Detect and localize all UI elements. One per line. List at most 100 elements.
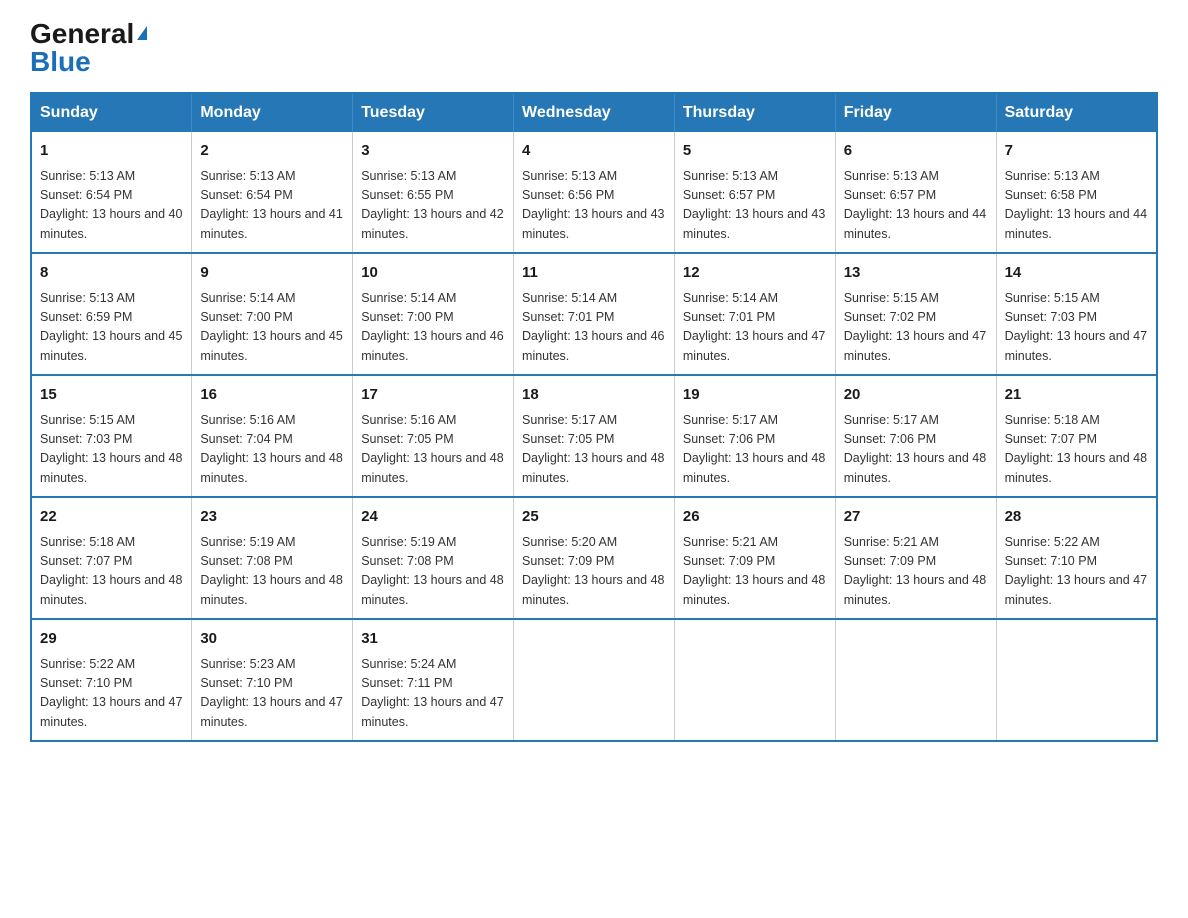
calendar-cell: 13 Sunrise: 5:15 AMSunset: 7:02 PMDayligh… — [835, 253, 996, 375]
day-info: Sunrise: 5:22 AMSunset: 7:10 PMDaylight:… — [40, 655, 183, 733]
day-number: 13 — [844, 262, 988, 285]
day-number: 3 — [361, 140, 505, 163]
day-number: 18 — [522, 384, 666, 407]
calendar-header-row: SundayMondayTuesdayWednesdayThursdayFrid… — [31, 93, 1157, 132]
day-info: Sunrise: 5:17 AMSunset: 7:05 PMDaylight:… — [522, 411, 666, 489]
calendar-cell: 21 Sunrise: 5:18 AMSunset: 7:07 PMDayligh… — [996, 375, 1157, 497]
day-number: 28 — [1005, 506, 1148, 529]
calendar-week-row: 29 Sunrise: 5:22 AMSunset: 7:10 PMDayligh… — [31, 619, 1157, 741]
calendar-week-row: 22Sunrise: 5:18 AMSunset: 7:07 PMDayligh… — [31, 497, 1157, 619]
calendar-cell: 28 Sunrise: 5:22 AMSunset: 7:10 PMDayligh… — [996, 497, 1157, 619]
day-number: 1 — [40, 140, 183, 163]
day-number: 30 — [200, 628, 344, 651]
day-number: 4 — [522, 140, 666, 163]
calendar-cell: 18 Sunrise: 5:17 AMSunset: 7:05 PMDayligh… — [514, 375, 675, 497]
col-header-monday: Monday — [192, 93, 353, 132]
day-info: Sunrise: 5:19 AMSunset: 7:08 PMDaylight:… — [200, 533, 344, 611]
day-info: Sunrise: 5:21 AMSunset: 7:09 PMDaylight:… — [844, 533, 988, 611]
col-header-thursday: Thursday — [674, 93, 835, 132]
calendar-cell: 12 Sunrise: 5:14 AMSunset: 7:01 PMDayligh… — [674, 253, 835, 375]
day-info: Sunrise: 5:17 AMSunset: 7:06 PMDaylight:… — [844, 411, 988, 489]
col-header-wednesday: Wednesday — [514, 93, 675, 132]
day-number: 15 — [40, 384, 183, 407]
day-number: 2 — [200, 140, 344, 163]
logo-triangle-icon — [137, 26, 147, 40]
calendar-table: SundayMondayTuesdayWednesdayThursdayFrid… — [30, 92, 1158, 742]
col-header-sunday: Sunday — [31, 93, 192, 132]
calendar-cell: 4 Sunrise: 5:13 AMSunset: 6:56 PMDaylight… — [514, 132, 675, 253]
day-info: Sunrise: 5:17 AMSunset: 7:06 PMDaylight:… — [683, 411, 827, 489]
logo-general-text: General — [30, 18, 134, 49]
day-info: Sunrise: 5:16 AMSunset: 7:04 PMDaylight:… — [200, 411, 344, 489]
day-info: Sunrise: 5:18 AMSunset: 7:07 PMDaylight:… — [1005, 411, 1148, 489]
calendar-cell — [674, 619, 835, 741]
calendar-cell: 16 Sunrise: 5:16 AMSunset: 7:04 PMDayligh… — [192, 375, 353, 497]
day-info: Sunrise: 5:24 AMSunset: 7:11 PMDaylight:… — [361, 655, 505, 733]
day-number: 29 — [40, 628, 183, 651]
day-number: 22 — [40, 506, 183, 529]
day-number: 20 — [844, 384, 988, 407]
day-info: Sunrise: 5:15 AMSunset: 7:03 PMDaylight:… — [40, 411, 183, 489]
logo: General Blue — [30, 20, 147, 76]
calendar-week-row: 1 Sunrise: 5:13 AMSunset: 6:54 PMDaylight… — [31, 132, 1157, 253]
day-info: Sunrise: 5:15 AMSunset: 7:02 PMDaylight:… — [844, 289, 988, 367]
calendar-cell: 3 Sunrise: 5:13 AMSunset: 6:55 PMDaylight… — [353, 132, 514, 253]
calendar-cell: 24Sunrise: 5:19 AMSunset: 7:08 PMDayligh… — [353, 497, 514, 619]
calendar-cell: 25 Sunrise: 5:20 AMSunset: 7:09 PMDayligh… — [514, 497, 675, 619]
day-number: 21 — [1005, 384, 1148, 407]
calendar-cell: 2 Sunrise: 5:13 AMSunset: 6:54 PMDaylight… — [192, 132, 353, 253]
day-number: 12 — [683, 262, 827, 285]
calendar-cell: 20 Sunrise: 5:17 AMSunset: 7:06 PMDayligh… — [835, 375, 996, 497]
day-number: 14 — [1005, 262, 1148, 285]
day-info: Sunrise: 5:13 AMSunset: 6:55 PMDaylight:… — [361, 167, 505, 245]
day-number: 10 — [361, 262, 505, 285]
day-number: 7 — [1005, 140, 1148, 163]
calendar-cell: 9 Sunrise: 5:14 AMSunset: 7:00 PMDaylight… — [192, 253, 353, 375]
day-info: Sunrise: 5:13 AMSunset: 6:54 PMDaylight:… — [40, 167, 183, 245]
calendar-cell: 5 Sunrise: 5:13 AMSunset: 6:57 PMDaylight… — [674, 132, 835, 253]
day-info: Sunrise: 5:13 AMSunset: 6:56 PMDaylight:… — [522, 167, 666, 245]
calendar-cell: 29 Sunrise: 5:22 AMSunset: 7:10 PMDayligh… — [31, 619, 192, 741]
day-number: 6 — [844, 140, 988, 163]
calendar-cell: 7 Sunrise: 5:13 AMSunset: 6:58 PMDaylight… — [996, 132, 1157, 253]
calendar-cell: 30 Sunrise: 5:23 AMSunset: 7:10 PMDayligh… — [192, 619, 353, 741]
day-number: 11 — [522, 262, 666, 285]
page-header: General Blue — [30, 20, 1158, 76]
day-number: 5 — [683, 140, 827, 163]
day-number: 25 — [522, 506, 666, 529]
calendar-cell: 31 Sunrise: 5:24 AMSunset: 7:11 PMDayligh… — [353, 619, 514, 741]
calendar-cell: 27 Sunrise: 5:21 AMSunset: 7:09 PMDayligh… — [835, 497, 996, 619]
calendar-cell: 1 Sunrise: 5:13 AMSunset: 6:54 PMDaylight… — [31, 132, 192, 253]
day-number: 16 — [200, 384, 344, 407]
day-number: 17 — [361, 384, 505, 407]
day-number: 9 — [200, 262, 344, 285]
day-info: Sunrise: 5:13 AMSunset: 6:59 PMDaylight:… — [40, 289, 183, 367]
day-number: 23 — [200, 506, 344, 529]
day-info: Sunrise: 5:22 AMSunset: 7:10 PMDaylight:… — [1005, 533, 1148, 611]
day-number: 27 — [844, 506, 988, 529]
day-info: Sunrise: 5:14 AMSunset: 7:00 PMDaylight:… — [200, 289, 344, 367]
calendar-cell: 15 Sunrise: 5:15 AMSunset: 7:03 PMDayligh… — [31, 375, 192, 497]
calendar-cell — [835, 619, 996, 741]
day-info: Sunrise: 5:13 AMSunset: 6:58 PMDaylight:… — [1005, 167, 1148, 245]
day-info: Sunrise: 5:16 AMSunset: 7:05 PMDaylight:… — [361, 411, 505, 489]
calendar-cell: 6Sunrise: 5:13 AMSunset: 6:57 PMDaylight… — [835, 132, 996, 253]
calendar-week-row: 8Sunrise: 5:13 AMSunset: 6:59 PMDaylight… — [31, 253, 1157, 375]
calendar-cell: 10Sunrise: 5:14 AMSunset: 7:00 PMDayligh… — [353, 253, 514, 375]
day-number: 31 — [361, 628, 505, 651]
day-info: Sunrise: 5:15 AMSunset: 7:03 PMDaylight:… — [1005, 289, 1148, 367]
day-info: Sunrise: 5:13 AMSunset: 6:54 PMDaylight:… — [200, 167, 344, 245]
day-info: Sunrise: 5:14 AMSunset: 7:01 PMDaylight:… — [522, 289, 666, 367]
calendar-cell: 22Sunrise: 5:18 AMSunset: 7:07 PMDayligh… — [31, 497, 192, 619]
calendar-cell: 23 Sunrise: 5:19 AMSunset: 7:08 PMDayligh… — [192, 497, 353, 619]
day-info: Sunrise: 5:23 AMSunset: 7:10 PMDaylight:… — [200, 655, 344, 733]
calendar-cell: 26Sunrise: 5:21 AMSunset: 7:09 PMDayligh… — [674, 497, 835, 619]
day-number: 24 — [361, 506, 505, 529]
calendar-cell: 19Sunrise: 5:17 AMSunset: 7:06 PMDayligh… — [674, 375, 835, 497]
logo-blue-text: Blue — [30, 46, 91, 77]
calendar-cell: 14 Sunrise: 5:15 AMSunset: 7:03 PMDayligh… — [996, 253, 1157, 375]
day-info: Sunrise: 5:14 AMSunset: 7:01 PMDaylight:… — [683, 289, 827, 367]
day-info: Sunrise: 5:13 AMSunset: 6:57 PMDaylight:… — [683, 167, 827, 245]
calendar-cell — [996, 619, 1157, 741]
day-info: Sunrise: 5:20 AMSunset: 7:09 PMDaylight:… — [522, 533, 666, 611]
